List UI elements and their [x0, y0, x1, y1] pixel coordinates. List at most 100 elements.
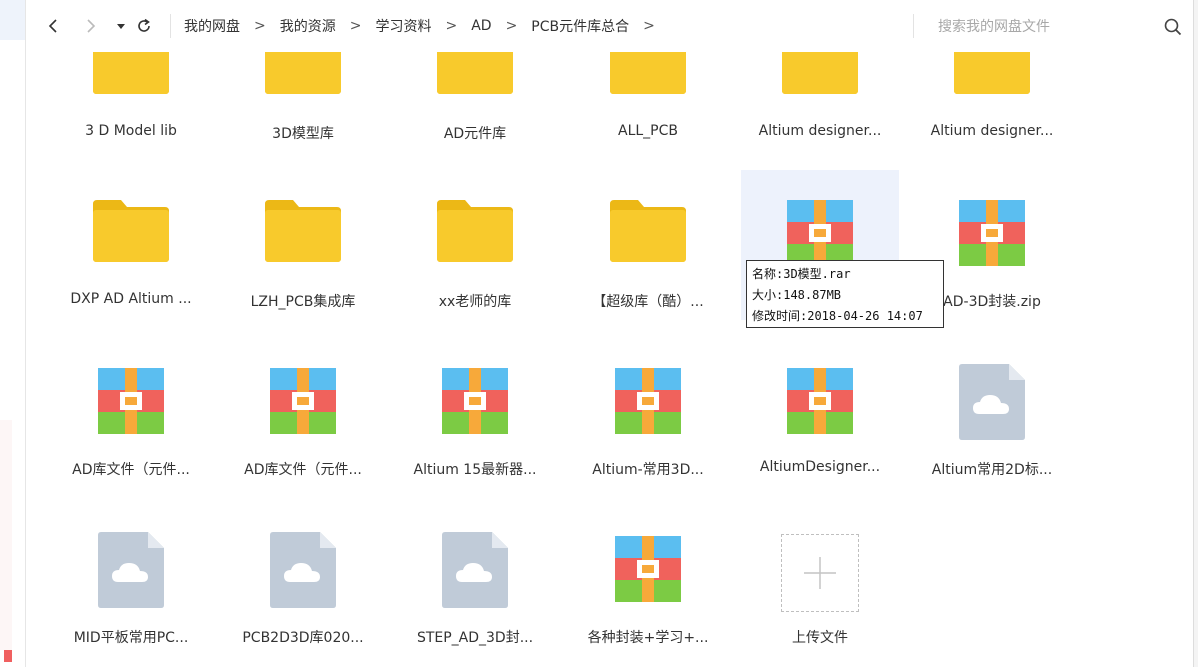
- toolbar: 我的网盘 > 我的资源 > 学习资料 > AD > PCB元件库总合 >: [26, 0, 1192, 52]
- upload-box: [781, 534, 859, 612]
- item-icon: [913, 200, 1071, 266]
- item-icon: [224, 52, 382, 94]
- left-sidebar-highlight: [0, 420, 12, 650]
- breadcrumb-item[interactable]: 我的资源: [280, 16, 336, 36]
- file-name: AD元件库: [443, 126, 507, 142]
- file-name: 3 D Model lib: [85, 123, 177, 139]
- left-sidebar-badge: [4, 650, 12, 662]
- folder-icon: [265, 52, 341, 94]
- folder-icon: [610, 52, 686, 94]
- file-item[interactable]: MID平板常用PC...: [52, 506, 210, 656]
- file-name: AltiumDesigner...: [759, 459, 881, 475]
- folder-icon: [437, 52, 513, 94]
- breadcrumb-separator: >: [643, 18, 655, 34]
- item-icon: [741, 368, 899, 434]
- tooltip-modified: 修改时间:2018-04-26 14:07: [752, 309, 923, 323]
- upload-file-button[interactable]: 上传文件: [741, 506, 899, 656]
- item-icon: [741, 200, 899, 266]
- file-name: STEP_AD_3D封...: [416, 630, 534, 646]
- file-item[interactable]: Altium 15最新器...: [396, 338, 554, 488]
- item-icon: [741, 534, 899, 612]
- item-icon: [569, 200, 727, 262]
- file-item[interactable]: 【超级库（酷）...: [569, 170, 727, 320]
- window-right-edge: [1193, 0, 1198, 667]
- file-item[interactable]: AD库文件（元件...: [224, 338, 382, 488]
- refresh-button[interactable]: [133, 14, 155, 38]
- file-item[interactable]: DXP AD Altium ...: [52, 170, 210, 320]
- item-icon: [52, 532, 210, 608]
- file-item[interactable]: Altium常用2D标...: [913, 338, 1071, 488]
- forward-button[interactable]: [80, 14, 102, 38]
- file-item[interactable]: 3D模型库: [224, 52, 382, 152]
- file-name: MID平板常用PC...: [73, 630, 189, 646]
- file-item[interactable]: Altium-常用3D...: [569, 338, 727, 488]
- breadcrumb-item[interactable]: 我的网盘: [184, 16, 240, 36]
- item-icon: [224, 368, 382, 434]
- search-input[interactable]: [936, 14, 1140, 40]
- caret-down-icon: [117, 24, 125, 29]
- file-item[interactable]: AltiumDesigner...: [741, 338, 899, 488]
- file-name: Altium-常用3D...: [592, 462, 704, 478]
- breadcrumb-separator: >: [505, 18, 518, 34]
- archive-icon: [442, 368, 508, 434]
- folder-icon: [610, 200, 686, 262]
- search-button[interactable]: [1162, 16, 1184, 38]
- file-name: Altium 15最新器...: [413, 462, 537, 478]
- file-item[interactable]: 3 D Model lib: [52, 52, 210, 152]
- breadcrumb: 我的网盘 > 我的资源 > 学习资料 > AD > PCB元件库总合 >: [184, 0, 669, 52]
- file-item[interactable]: PCB2D3D库020...: [224, 506, 382, 656]
- archive-icon: [270, 368, 336, 434]
- item-icon: [396, 52, 554, 94]
- cloud-file-icon: [442, 532, 508, 608]
- search-icon: [1164, 18, 1182, 36]
- file-name: 各种封装+学习+...: [587, 630, 709, 646]
- file-item[interactable]: ALL_PCB: [569, 52, 727, 152]
- breadcrumb-separator: >: [254, 18, 266, 34]
- refresh-icon: [138, 18, 150, 32]
- file-name: xx老师的库: [438, 294, 512, 310]
- folder-icon: [954, 52, 1030, 94]
- file-name: Altium常用2D标...: [931, 462, 1053, 478]
- archive-icon: [787, 200, 853, 266]
- cloud-file-icon: [959, 364, 1025, 440]
- file-item[interactable]: AD库文件（元件...: [52, 338, 210, 488]
- cloud-file-icon: [270, 532, 336, 608]
- folder-icon: [265, 200, 341, 262]
- breadcrumb-item[interactable]: AD: [471, 18, 491, 34]
- file-item[interactable]: xx老师的库: [396, 170, 554, 320]
- search-box: [914, 14, 1184, 40]
- file-name: ALL_PCB: [618, 123, 678, 139]
- file-name: DXP AD Altium ...: [70, 291, 192, 307]
- cloud-file-icon: [98, 532, 164, 608]
- file-item[interactable]: STEP_AD_3D封...: [396, 506, 554, 656]
- folder-icon: [93, 52, 169, 94]
- breadcrumb-item[interactable]: PCB元件库总合: [531, 16, 629, 36]
- breadcrumb-item[interactable]: 学习资料: [375, 16, 431, 36]
- file-item[interactable]: AD元件库: [396, 52, 554, 152]
- file-item[interactable]: Altium designer...: [913, 52, 1071, 152]
- file-name: AD库文件（元件...: [72, 462, 190, 478]
- folder-icon: [437, 200, 513, 262]
- item-icon: [569, 368, 727, 434]
- left-sidebar-edge: [0, 0, 26, 667]
- file-name: Altium designer...: [758, 123, 882, 139]
- history-dropdown[interactable]: [110, 14, 132, 38]
- file-browser: 我的网盘 > 我的资源 > 学习资料 > AD > PCB元件库总合 > 3 D…: [26, 0, 1192, 667]
- item-icon: [224, 532, 382, 608]
- back-button[interactable]: [42, 14, 64, 38]
- archive-icon: [787, 368, 853, 434]
- item-icon: [569, 536, 727, 602]
- archive-icon: [98, 368, 164, 434]
- item-icon: [396, 200, 554, 262]
- file-item[interactable]: Altium designer...: [741, 52, 899, 152]
- archive-icon: [615, 536, 681, 602]
- file-name: 3D模型库: [272, 126, 334, 142]
- item-icon: [52, 200, 210, 262]
- file-item[interactable]: LZH_PCB集成库: [224, 170, 382, 320]
- file-name: PCB2D3D库020...: [242, 630, 364, 646]
- item-icon: [52, 52, 210, 94]
- breadcrumb-separator: >: [445, 18, 458, 34]
- file-item[interactable]: 各种封装+学习+...: [569, 506, 727, 656]
- file-name: 【超级库（酷）...: [592, 294, 704, 310]
- item-icon: [913, 52, 1071, 94]
